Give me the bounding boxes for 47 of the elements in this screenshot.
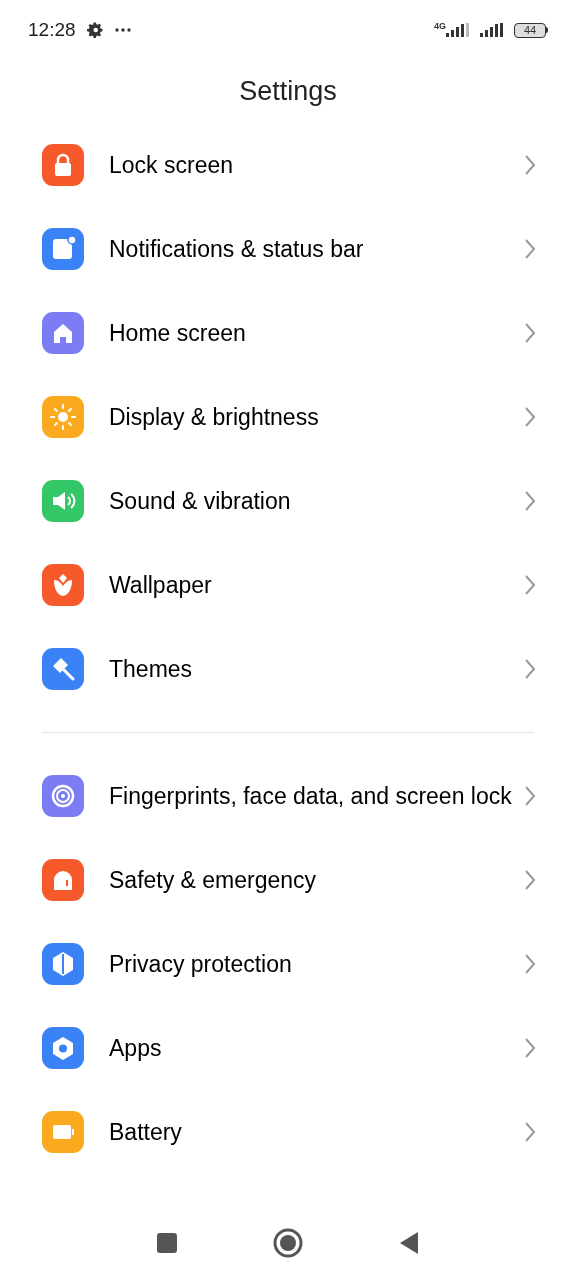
settings-item[interactable]: Sound & vibration	[0, 459, 576, 543]
chevron-icon	[524, 154, 536, 176]
item-label: Apps	[109, 1034, 163, 1063]
settings-item[interactable]: Display & brightness	[0, 375, 576, 459]
chevron-icon	[524, 238, 536, 260]
chevron-icon	[524, 953, 536, 975]
item-label: Wallpaper	[109, 571, 213, 600]
network-label: 4G	[434, 20, 446, 33]
settings-item[interactable]: Privacy protection	[0, 922, 576, 1006]
item-label: Notifications & status bar	[109, 235, 365, 264]
settings-item[interactable]: Lock screen	[0, 123, 576, 207]
item-label: Sound & vibration	[109, 487, 292, 516]
item-label: Themes	[109, 655, 194, 684]
settings-item[interactable]: Wallpaper	[0, 543, 576, 627]
chevron-icon	[524, 574, 536, 596]
chevron-icon	[524, 658, 536, 680]
recents-icon[interactable]	[156, 1232, 178, 1254]
more-icon	[113, 27, 132, 33]
item-label: Battery	[109, 1118, 183, 1147]
chevron-icon	[524, 869, 536, 891]
back-icon[interactable]	[398, 1231, 420, 1255]
settings-item[interactable]: Apps	[0, 1006, 576, 1090]
settings-item[interactable]: Safety & emergency	[0, 838, 576, 922]
signal-icon	[480, 23, 506, 37]
status-time: 12:28	[28, 17, 76, 42]
page-title: Settings	[239, 75, 337, 109]
item-label: Safety & emergency	[109, 866, 318, 895]
settings-item[interactable]: Fingerprints, face data, and screen lock	[0, 754, 576, 838]
item-label: Privacy protection	[109, 950, 293, 979]
settings-item[interactable]: Home screen	[0, 291, 576, 375]
chevron-icon	[524, 1121, 536, 1143]
item-label: Home screen	[109, 319, 247, 348]
home-icon[interactable]	[273, 1228, 303, 1258]
settings-item[interactable]: Notifications & status bar	[0, 207, 576, 291]
gear-icon	[85, 21, 104, 39]
battery-icon: 44	[514, 22, 548, 38]
chevron-icon	[524, 785, 536, 807]
item-label: Lock screen	[109, 151, 234, 180]
chevron-icon	[524, 1037, 536, 1059]
chevron-icon	[524, 322, 536, 344]
settings-item[interactable]: Themes	[0, 627, 576, 711]
item-label: Display & brightness	[109, 403, 320, 432]
chevron-icon	[524, 490, 536, 512]
chevron-icon	[524, 406, 536, 428]
item-label: Fingerprints, face data, and screen lock	[109, 782, 513, 811]
settings-item[interactable]: Battery	[0, 1090, 576, 1174]
signal-icon	[446, 23, 472, 37]
